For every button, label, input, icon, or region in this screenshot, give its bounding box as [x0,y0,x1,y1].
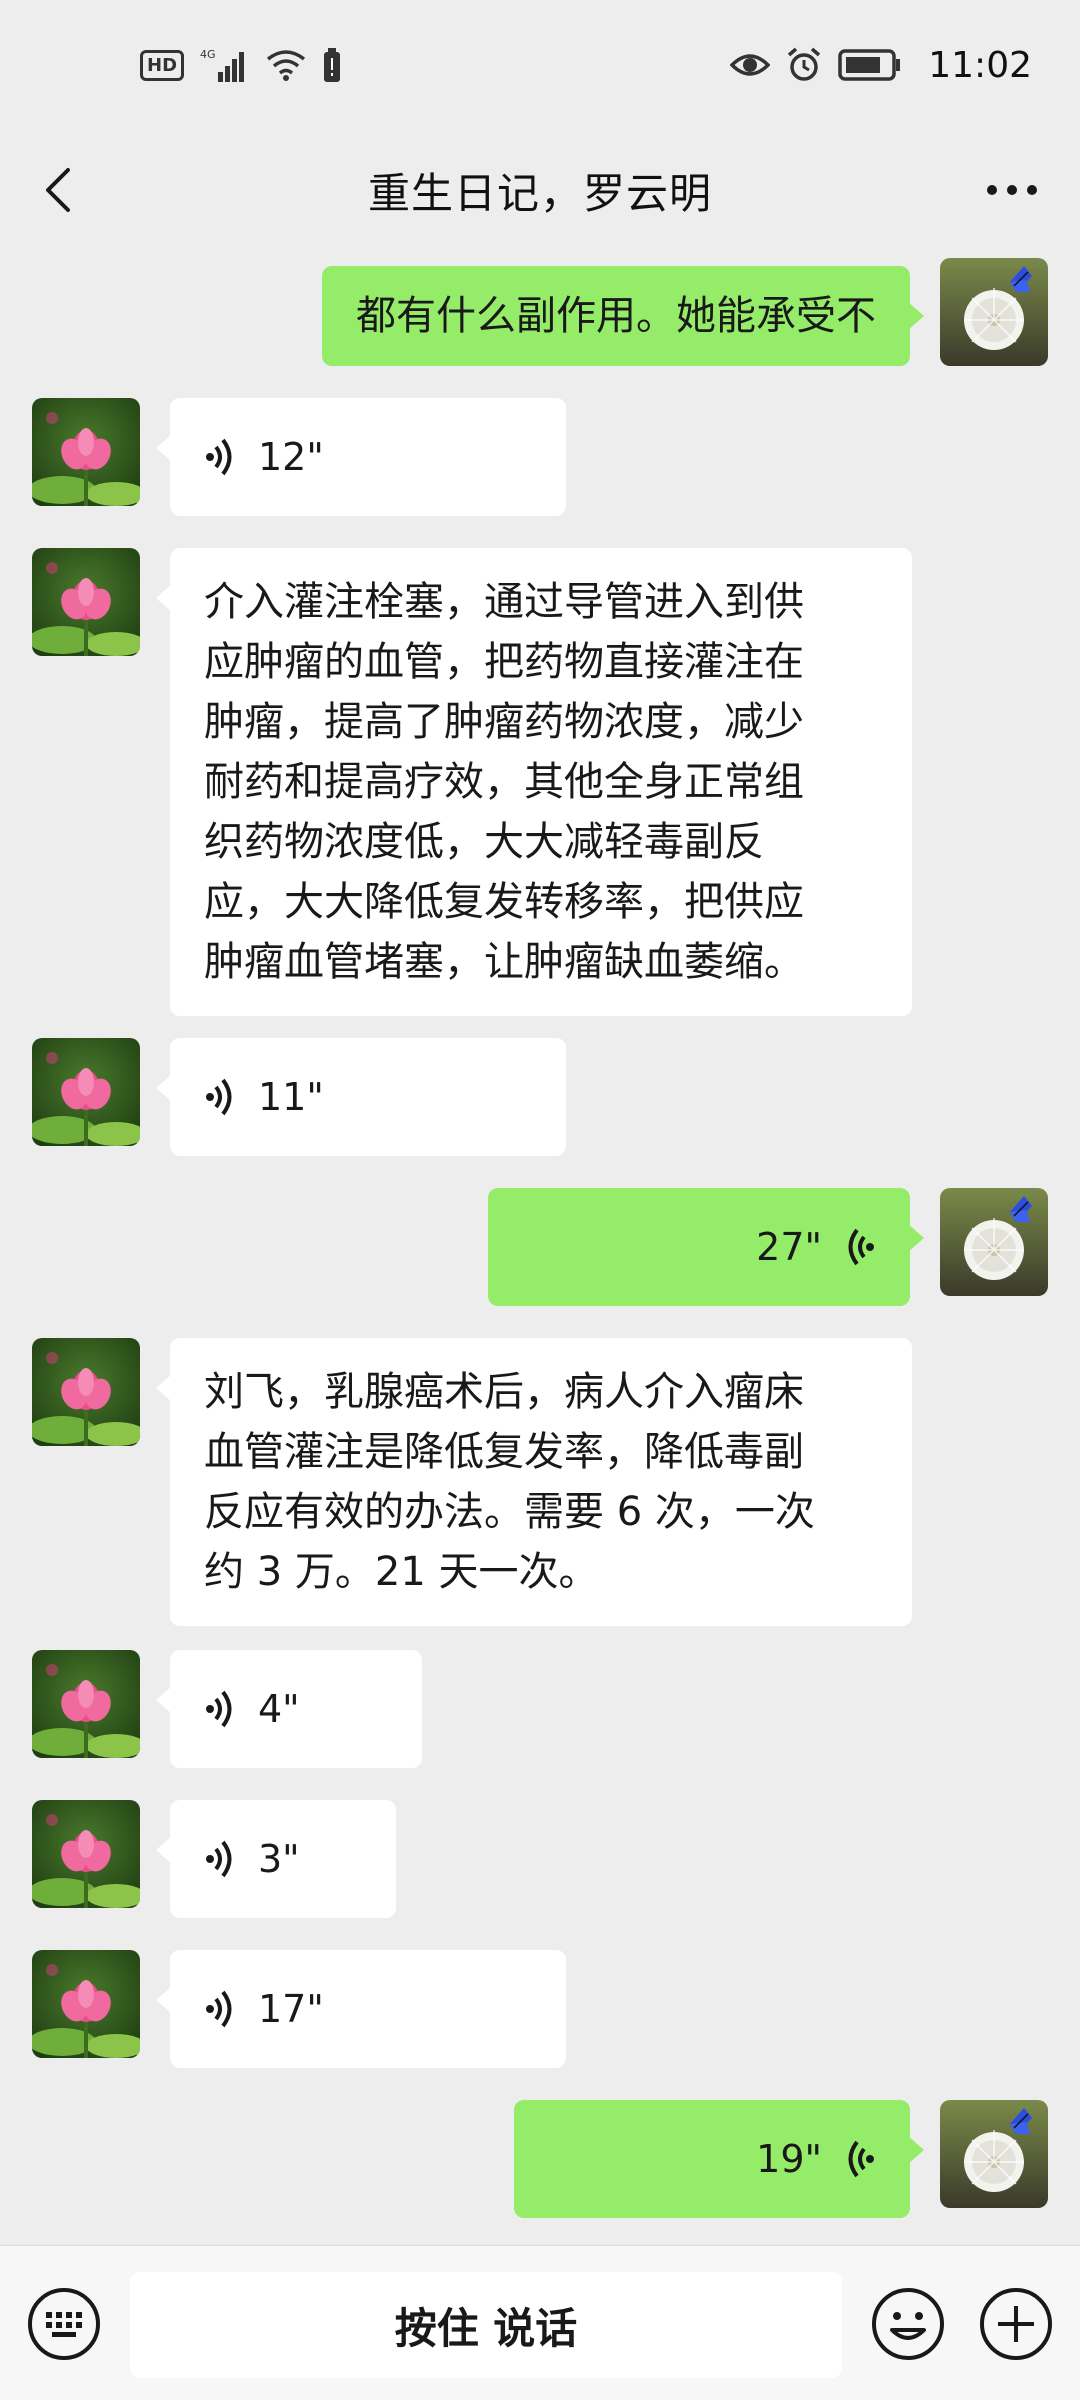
status-right: 11:02 [730,45,1032,86]
received-voice-bubble[interactable]: 4" [156,1650,422,1768]
plus-icon [980,2288,1052,2360]
voice-duration: 19" [756,2137,822,2181]
received-voice-bubble[interactable]: 17" [156,1950,566,2068]
lotus-avatar-icon [32,1800,140,1908]
received-voice-bubble[interactable]: 12" [156,398,566,516]
received-text-bubble[interactable]: 介入灌注栓塞，通过导管进入到供 应肿瘤的血管，把药物直接灌注在 肿瘤，提高了肿瘤… [156,548,912,1016]
message-line: 耐药和提高疗效，其他全身正常组 [204,759,804,805]
input-bar: 按住 说话 [0,2245,1080,2400]
voice-duration: 27" [756,1225,822,1269]
voice-duration: 17" [258,1987,324,2031]
voice-wave-icon [206,437,236,477]
eye-icon [730,51,771,79]
sent-text-bubble[interactable]: 都有什么副作用。她能承受不 [322,266,924,366]
received-text-bubble[interactable]: 刘飞，乳腺癌术后，病人介入瘤床 血管灌注是降低复发率，降低毒副 反应有效的办法。… [156,1338,912,1626]
battery-icon [838,49,902,81]
dandelion-avatar-icon [940,2100,1048,2208]
chat-title: 重生日记，罗云明 [367,168,712,218]
message-line: 应，大大降低复发转移率，把供应 [204,879,804,925]
status-time: 11:02 [928,44,1032,86]
message-line: 介入灌注栓塞，通过导管进入到供 [204,579,804,625]
my-avatar[interactable] [940,2100,1048,2208]
dandelion-avatar-icon [940,1188,1048,1296]
chevron-left-icon [46,168,70,212]
status-left: HD 4G [140,48,342,82]
message-line: 刘飞，乳腺癌术后，病人介入瘤床 [204,1369,804,1415]
emoji-icon [872,2288,944,2360]
more-dots-icon [987,185,1037,195]
battery-saver-icon [322,48,342,82]
message-line: 应肿瘤的血管，把药物直接灌注在 [204,639,804,685]
lotus-avatar-icon [32,1650,140,1758]
voice-wave-icon [844,2139,874,2179]
contact-avatar[interactable] [32,1950,140,2058]
message-line: 肿瘤，提高了肿瘤药物浓度，减少 [204,699,804,745]
contact-avatar[interactable] [32,1800,140,1908]
voice-duration: 11" [258,1075,324,1119]
lotus-avatar-icon [32,548,140,656]
message-line: 肿瘤血管堵塞，让肿瘤缺血萎缩。 [204,939,804,985]
lotus-avatar-icon [32,1038,140,1146]
message-text: 都有什么副作用。她能承受不 [356,293,876,339]
keyboard-toggle-button[interactable] [26,2286,102,2362]
my-avatar[interactable] [940,258,1048,366]
alarm-icon [786,47,822,83]
more-button[interactable] [980,166,1044,214]
wifi-icon [266,49,306,81]
keyboard-icon [28,2288,100,2360]
contact-avatar[interactable] [32,548,140,656]
chat-header: 重生日记，罗云明 [0,130,1080,250]
voice-wave-icon [206,1989,236,2029]
contact-avatar[interactable] [32,1650,140,1758]
hold-to-talk-button[interactable]: 按住 说话 [130,2272,842,2378]
received-voice-bubble[interactable]: 11" [156,1038,566,1156]
voice-wave-icon [844,1227,874,1267]
contact-avatar[interactable] [32,1338,140,1446]
received-voice-bubble[interactable]: 3" [156,1800,396,1918]
signal-icon: 4G [200,48,250,82]
voice-duration: 4" [258,1687,300,1731]
hd-badge: HD [140,49,185,81]
message-line: 约 3 万。21 天一次。 [204,1549,599,1595]
voice-wave-icon [206,1839,236,1879]
back-button[interactable] [36,166,84,214]
contact-avatar[interactable] [32,1038,140,1146]
voice-duration: 12" [258,435,324,479]
svg-text:4G: 4G [200,48,216,61]
emoji-button[interactable] [870,2286,946,2362]
message-line: 反应有效的办法。需要 6 次，一次 [204,1489,815,1535]
lotus-avatar-icon [32,398,140,506]
more-functions-button[interactable] [978,2286,1054,2362]
status-bar: HD 4G 11:02 [0,0,1080,130]
my-avatar[interactable] [940,1188,1048,1296]
voice-duration: 3" [258,1837,300,1881]
message-line: 织药物浓度低，大大减轻毒副反 [204,819,764,865]
dandelion-avatar-icon [940,258,1048,366]
voice-wave-icon [206,1689,236,1729]
sent-voice-bubble[interactable]: 19" [514,2100,924,2218]
lotus-avatar-icon [32,1338,140,1446]
contact-avatar[interactable] [32,398,140,506]
message-list[interactable]: 都有什么副作用。她能承受不 12" 介入灌注栓塞，通过导管进入到供 应肿瘤的血管… [0,250,1080,2245]
voice-wave-icon [206,1077,236,1117]
lotus-avatar-icon [32,1950,140,2058]
message-line: 血管灌注是降低复发率，降低毒副 [204,1429,804,1475]
sent-voice-bubble[interactable]: 27" [488,1188,924,1306]
